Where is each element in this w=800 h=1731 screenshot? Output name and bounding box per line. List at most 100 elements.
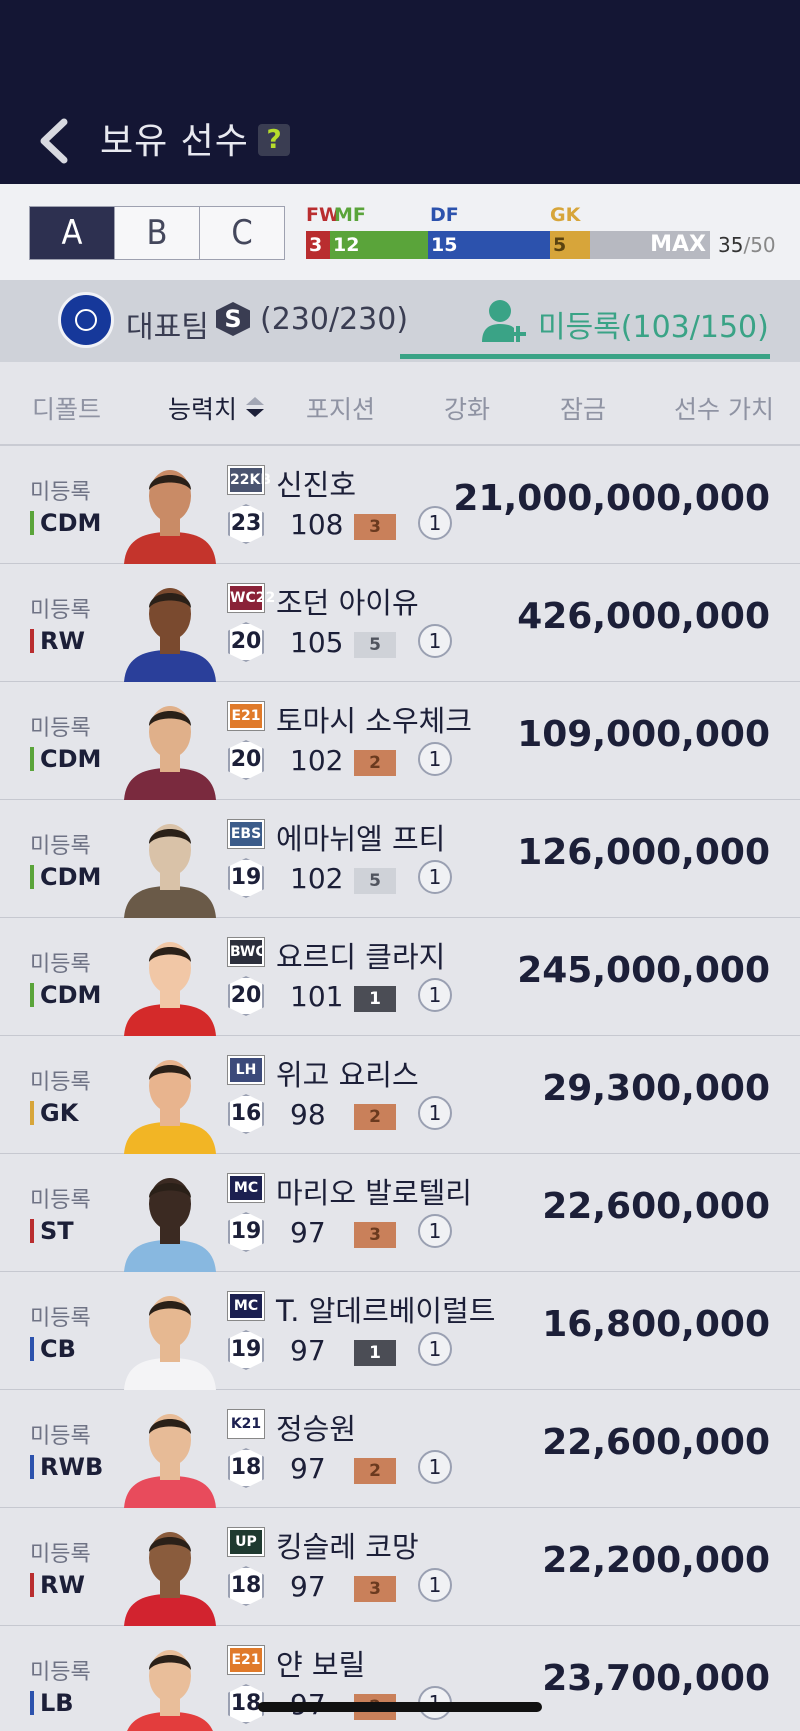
main-team-count: (230/230) [260, 302, 409, 337]
registration-status: 미등록 [30, 1542, 91, 1567]
season-badge: E21 [227, 701, 265, 731]
lock-count-badge: 1 [418, 860, 452, 894]
position-distribution-bar: 3 12 15 5 MAX [306, 231, 710, 259]
player-photo [124, 1414, 216, 1508]
tab-main-team[interactable]: 대표팀 S (230/230) [0, 280, 408, 362]
player-name: 마리오 발로텔리 [276, 1176, 472, 1210]
player-row[interactable]: 미등록 RWB K21 정승원 18 97 2 1 22,600,000 [0, 1390, 800, 1508]
salary-badge: 19 [228, 1330, 264, 1370]
player-position: RW [30, 626, 85, 656]
registration-status: 미등록 [30, 480, 91, 505]
salary-badge: 23 [228, 504, 264, 544]
enhance-grade-badge: 3 [354, 514, 396, 540]
sort-bar: 디폴트 능력치 포지션 강화 잠금 선수 가치 [0, 362, 800, 446]
season-badge: MC [227, 1173, 265, 1203]
sort-toggle-icon[interactable] [244, 395, 266, 419]
season-badge: LH [227, 1055, 265, 1085]
registration-status: 미등록 [30, 598, 91, 623]
enhance-grade-badge: 1 [354, 1340, 396, 1366]
gk-segment: 5 [550, 231, 590, 259]
enhance-grade-badge: 2 [354, 1458, 396, 1484]
enhance-grade-badge: 3 [354, 1222, 396, 1248]
df-segment: 15 [428, 231, 550, 259]
player-ability: 97 [290, 1570, 326, 1603]
player-ability: 102 [290, 744, 344, 777]
player-position: GK [30, 1098, 78, 1128]
header-bar: 보유 선수 ? [0, 0, 800, 184]
player-position: CB [30, 1334, 76, 1364]
help-icon[interactable]: ? [258, 124, 290, 156]
player-row[interactable]: 미등록 RW UP 킹슬레 코망 18 97 3 1 22,200,000 [0, 1508, 800, 1626]
salary-badge: 20 [228, 622, 264, 662]
player-value: 16,800,000 [542, 1304, 770, 1345]
registration-status: 미등록 [30, 1188, 91, 1213]
player-photo [127, 1650, 213, 1731]
player-photo [124, 942, 216, 1036]
player-value: 22,600,000 [542, 1422, 770, 1463]
squad-tab-c[interactable]: C [200, 207, 284, 259]
player-row[interactable]: 미등록 ST MC 마리오 발로텔리 19 97 3 1 22,600,000 [0, 1154, 800, 1272]
player-row[interactable]: 미등록 GK LH 위고 요리스 16 98 2 1 29,300,000 [0, 1036, 800, 1154]
gk-label: GK [550, 204, 581, 226]
player-photo [124, 588, 216, 682]
salary-badge: 20 [228, 740, 264, 780]
lock-count-badge: 1 [418, 1450, 452, 1484]
registration-status: 미등록 [30, 1306, 91, 1331]
sort-lock[interactable]: 잠금 [560, 390, 606, 426]
season-badge: E21 [227, 1645, 265, 1675]
sort-ability[interactable]: 능력치 [168, 390, 237, 426]
player-row[interactable]: 미등록 CDM E21 토마시 소우체크 20 102 2 1 109,000,… [0, 682, 800, 800]
player-value: 23,700,000 [542, 1658, 770, 1699]
active-tab-underline [400, 354, 770, 359]
lock-count-badge: 1 [418, 1096, 452, 1130]
registration-status: 미등록 [30, 1070, 91, 1095]
enhance-grade-badge: 1 [354, 986, 396, 1012]
player-value: 22,600,000 [542, 1186, 770, 1227]
season-badge: 22KB [227, 465, 271, 495]
enhance-grade-badge: 2 [354, 1104, 396, 1130]
player-position: CDM [30, 744, 101, 774]
enhance-grade-badge: 3 [354, 1576, 396, 1602]
player-row[interactable]: 미등록 LB E21 얀 보릴 18 97 2 1 23,700,000 [0, 1626, 800, 1731]
player-photo [124, 1296, 216, 1390]
registration-status: 미등록 [30, 1424, 91, 1449]
lock-count-badge: 1 [418, 506, 452, 540]
lock-count-badge: 1 [418, 1332, 452, 1366]
player-row[interactable]: 미등록 CB MC T. 알데르베이럴트 19 97 1 1 16,800,00… [0, 1272, 800, 1390]
sort-value[interactable]: 선수 가치 [674, 390, 774, 426]
back-arrow-icon[interactable] [34, 118, 74, 164]
unregistered-label: 미등록(103/150) [538, 310, 769, 345]
salary-badge: 19 [228, 858, 264, 898]
s-badge-icon: S [216, 302, 250, 336]
player-photo [124, 706, 216, 800]
player-row[interactable]: 미등록 RW WC22 조던 아이유 20 105 5 1 426,000,00… [0, 564, 800, 682]
tab-unregistered[interactable]: 미등록(103/150) [400, 280, 800, 362]
season-badge: WC22 [227, 583, 275, 613]
squad-tab-a[interactable]: A [30, 207, 115, 259]
df-label: DF [430, 204, 459, 226]
lock-count-badge: 1 [418, 624, 452, 658]
sort-position[interactable]: 포지션 [306, 390, 375, 426]
player-name: 위고 요리스 [276, 1058, 419, 1092]
player-ability: 101 [290, 980, 344, 1013]
player-ability: 108 [290, 508, 344, 541]
player-value: 426,000,000 [517, 596, 770, 637]
season-badge: MC [227, 1291, 265, 1321]
player-row[interactable]: 미등록 CDM EBS 에마뉘엘 프티 19 102 5 1 126,000,0… [0, 800, 800, 918]
add-user-icon [482, 300, 526, 342]
registration-status: 미등록 [30, 1660, 91, 1685]
lock-count-badge: 1 [418, 1214, 452, 1248]
player-row[interactable]: 미등록 CDM BWC 요르디 클라지 20 101 1 1 245,000,0… [0, 918, 800, 1036]
player-photo [124, 1532, 216, 1626]
player-row[interactable]: 미등록 CDM 22KB 신진호 23 108 3 1 21,000,000,0… [0, 446, 800, 564]
lock-count-badge: 1 [418, 1568, 452, 1602]
salary-badge: 16 [228, 1094, 264, 1134]
sort-enhance[interactable]: 강화 [444, 390, 490, 426]
lock-count-badge: 1 [418, 742, 452, 776]
sort-default[interactable]: 디폴트 [32, 390, 101, 426]
club-crest-icon [58, 292, 114, 348]
registration-status: 미등록 [30, 716, 91, 741]
squad-tab-b[interactable]: B [115, 207, 200, 259]
position-labels: FW MF DF GK [306, 204, 766, 228]
fw-segment: 3 [306, 231, 330, 259]
